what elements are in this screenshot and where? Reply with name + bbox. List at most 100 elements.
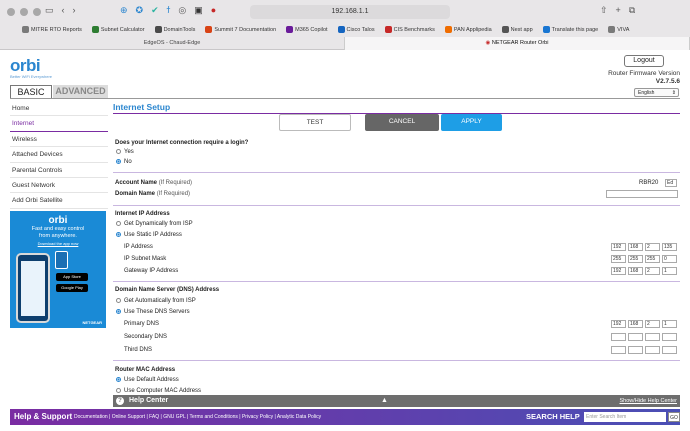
third-dns-octet-input[interactable] bbox=[662, 346, 677, 354]
sidebar-item-guest-network[interactable]: Guest Network bbox=[10, 178, 108, 194]
gateway-octet-input[interactable]: 1 bbox=[662, 267, 677, 275]
tab-advanced[interactable]: ADVANCED bbox=[53, 85, 108, 98]
tab-netgear[interactable]: ◉ NETGEAR Router Orbi bbox=[345, 37, 690, 50]
subnet-octet-input[interactable]: 0 bbox=[662, 255, 677, 263]
bookmark-item[interactable]: Nest app bbox=[501, 26, 533, 33]
bookmark-item[interactable]: PAN Applipedia bbox=[444, 26, 492, 33]
cancel-button[interactable]: CANCEL bbox=[365, 114, 439, 131]
mac-default-option[interactable]: Use Default Address bbox=[116, 377, 179, 383]
search-help-input[interactable]: Enter Search Item bbox=[584, 412, 666, 422]
language-select[interactable]: English bbox=[634, 88, 679, 97]
sidebar-item-add-orbi-satellite[interactable]: Add Orbi Satellite bbox=[10, 193, 108, 209]
extension-icon[interactable]: ◎ bbox=[178, 5, 186, 16]
sidebar-item-attached-devices[interactable]: Attached Devices bbox=[10, 147, 108, 163]
pan-icon bbox=[444, 26, 452, 33]
third-dns-octet-input[interactable] bbox=[645, 346, 660, 354]
google-play-badge[interactable]: Google Play bbox=[56, 284, 88, 292]
bookmark-item[interactable]: Subnet Calculator bbox=[91, 26, 145, 33]
third-dns-octet-input[interactable] bbox=[628, 346, 643, 354]
new-tab-icon[interactable]: + bbox=[616, 5, 621, 16]
sidebar-item-parental-controls[interactable]: Parental Controls bbox=[10, 163, 108, 178]
radio-dns-auto[interactable] bbox=[116, 298, 121, 303]
login-no-option[interactable]: No bbox=[116, 159, 132, 165]
secondary-dns-octet-input[interactable] bbox=[645, 333, 660, 341]
sidebar-item-internet[interactable]: Internet bbox=[10, 116, 108, 132]
gateway-octet-input[interactable]: 192 bbox=[611, 267, 626, 275]
sidebar-toggle-icon[interactable]: ▭ bbox=[45, 5, 54, 16]
bookmark-item[interactable]: Cisco Talos bbox=[337, 26, 375, 33]
zoom-window-button[interactable] bbox=[33, 8, 41, 16]
minimize-window-button[interactable] bbox=[20, 8, 28, 16]
ad-download-link[interactable]: Download the app now bbox=[10, 241, 106, 246]
radio-dns-manual[interactable] bbox=[116, 309, 121, 314]
search-go-button[interactable]: GO bbox=[668, 412, 680, 422]
forward-icon[interactable]: › bbox=[73, 5, 76, 16]
bookmark-item[interactable]: Summit 7 Documentation bbox=[205, 26, 276, 33]
footer-links[interactable]: Documentation | Online Support | FAQ | G… bbox=[74, 414, 321, 420]
test-button[interactable]: TEST bbox=[279, 114, 351, 131]
subnet-label: IP Subnet Mask bbox=[124, 256, 167, 262]
third-dns-octet-input[interactable] bbox=[611, 346, 626, 354]
secondary-dns-octet-input[interactable] bbox=[611, 333, 626, 341]
primary-dns-octet-input[interactable]: 168 bbox=[628, 320, 643, 328]
ip-octet-input[interactable]: 2 bbox=[645, 243, 660, 251]
secondary-dns-octet-input[interactable] bbox=[662, 333, 677, 341]
ip-octet-input[interactable]: 192 bbox=[611, 243, 626, 251]
dns-manual-option[interactable]: Use These DNS Servers bbox=[116, 309, 190, 315]
tab-edgeos[interactable]: EdgeOS - Chaud-Edge bbox=[0, 37, 345, 50]
sidebar-item-home[interactable]: Home bbox=[10, 101, 108, 117]
apply-button[interactable]: APPLY bbox=[441, 114, 502, 131]
extension-icon[interactable]: ● bbox=[211, 5, 216, 16]
mac-computer-option[interactable]: Use Computer MAC Address bbox=[116, 388, 201, 394]
gateway-octet-input[interactable]: 168 bbox=[628, 267, 643, 275]
bookmark-item[interactable]: M365 Copilot bbox=[286, 26, 328, 33]
login-yes-option[interactable]: Yes bbox=[116, 149, 134, 155]
close-window-button[interactable] bbox=[7, 8, 15, 16]
radio-no[interactable] bbox=[116, 159, 121, 164]
page-title: Internet Setup bbox=[113, 102, 171, 112]
radio-mac-computer[interactable] bbox=[116, 388, 121, 393]
primary-dns-octet-input[interactable]: 2 bbox=[645, 320, 660, 328]
ip-dynamic-option[interactable]: Get Dynamically from ISP bbox=[116, 221, 193, 227]
bookmark-item[interactable]: VIVA bbox=[608, 26, 629, 33]
ip-octet-input[interactable]: 135 bbox=[662, 243, 677, 251]
logout-button[interactable]: Logout bbox=[624, 55, 664, 67]
extension-icon[interactable]: ϯ bbox=[167, 5, 171, 16]
subnet-octet-input[interactable]: 255 bbox=[628, 255, 643, 263]
bookmark-item[interactable]: MITRE RTO Reports bbox=[22, 26, 82, 33]
address-bar[interactable]: 192.168.1.1 bbox=[250, 5, 450, 19]
bookmark-item[interactable]: CIS Benchmarks bbox=[384, 26, 435, 33]
chevron-up-icon[interactable]: ▲ bbox=[381, 395, 388, 407]
secondary-dns-octet-input[interactable] bbox=[628, 333, 643, 341]
help-center-bar[interactable]: ? Help Center ▲ Show/Hide Help Center bbox=[113, 395, 680, 407]
ip-static-option[interactable]: Use Static IP Address bbox=[116, 232, 182, 238]
primary-dns-octet-input[interactable]: 192 bbox=[611, 320, 626, 328]
show-hide-help-link[interactable]: Show/Hide Help Center bbox=[620, 395, 677, 407]
radio-ip-dynamic[interactable] bbox=[116, 221, 121, 226]
domain-name-input[interactable] bbox=[606, 190, 678, 198]
orbi-app-ad[interactable]: orbi Fast and easy control from anywhere… bbox=[10, 211, 106, 328]
app-store-badge[interactable]: App Store bbox=[56, 273, 88, 281]
primary-dns-octet-input[interactable]: 1 bbox=[662, 320, 677, 328]
subnet-octet-input[interactable]: 255 bbox=[645, 255, 660, 263]
sidebar-item-wireless[interactable]: Wireless bbox=[10, 132, 108, 148]
subnet-octet-input[interactable]: 255 bbox=[611, 255, 626, 263]
dns-auto-option[interactable]: Get Automatically from ISP bbox=[116, 298, 196, 304]
ip-octet-input[interactable]: 168 bbox=[628, 243, 643, 251]
extension-icon[interactable]: ✔ bbox=[151, 5, 159, 16]
share-icon[interactable]: ⇧ bbox=[600, 5, 608, 16]
tab-basic[interactable]: BASIC bbox=[10, 85, 52, 98]
extension-icon[interactable]: ⊕ bbox=[120, 5, 128, 16]
radio-ip-static[interactable] bbox=[116, 232, 121, 237]
mac-heading: Router MAC Address bbox=[115, 367, 176, 373]
gateway-octet-input[interactable]: 2 bbox=[645, 267, 660, 275]
radio-yes[interactable] bbox=[116, 149, 121, 154]
bookmark-item[interactable]: Translate this page bbox=[542, 26, 598, 33]
account-edit-button[interactable]: Ed bbox=[665, 179, 677, 187]
tab-overview-icon[interactable]: ⧉ bbox=[629, 5, 635, 16]
radio-mac-default[interactable] bbox=[116, 377, 121, 382]
back-icon[interactable]: ‹ bbox=[62, 5, 65, 16]
extension-icon[interactable]: ▣ bbox=[194, 5, 203, 16]
bookmark-item[interactable]: DomainTools bbox=[154, 26, 195, 33]
extension-icon[interactable]: ✪ bbox=[136, 5, 144, 16]
